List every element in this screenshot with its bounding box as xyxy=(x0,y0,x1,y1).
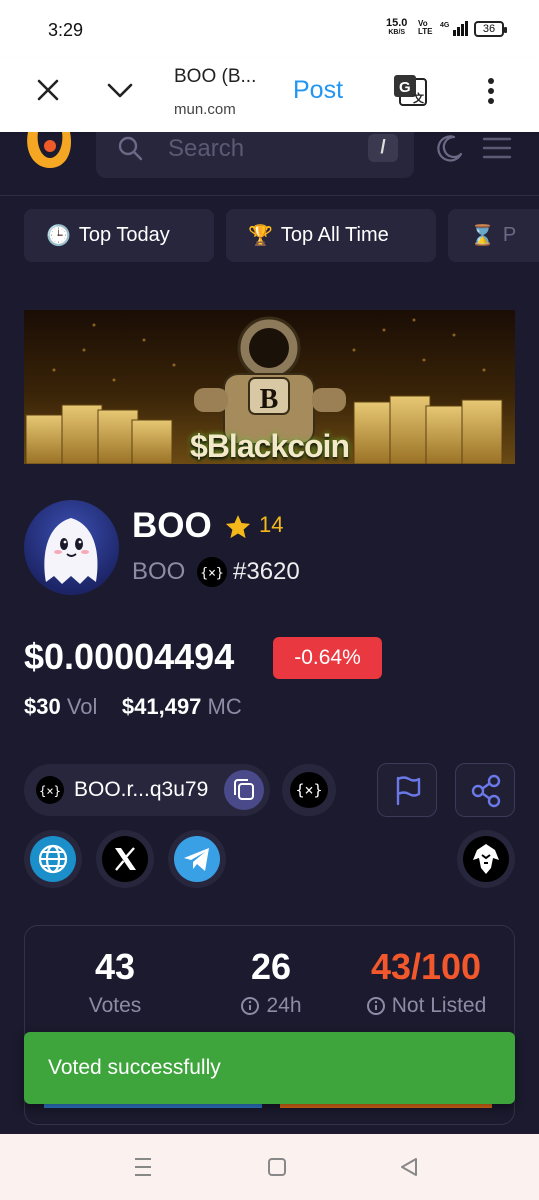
copy-button[interactable] xyxy=(224,770,264,810)
info-icon[interactable] xyxy=(240,996,260,1016)
star-count: 14 xyxy=(259,512,284,537)
recent-apps-icon[interactable] xyxy=(130,1154,156,1180)
site-logo-icon[interactable] xyxy=(22,132,76,172)
eagle-link[interactable] xyxy=(457,830,515,888)
ghost-icon xyxy=(44,518,98,584)
votes-label: Votes xyxy=(88,994,142,1017)
token-name: BOO xyxy=(132,506,212,545)
votes-24h: 26 24h xyxy=(211,946,331,1018)
price-change-badge: -0.64% xyxy=(273,637,382,679)
hourglass-icon: ⌛ xyxy=(470,225,495,247)
ranking-tabs: 🕒 Top Today 🏆 Top All Time ⌛ P xyxy=(24,209,539,262)
close-icon[interactable] xyxy=(34,76,62,104)
moon-icon[interactable] xyxy=(434,134,464,164)
more-options-icon[interactable] xyxy=(480,76,502,106)
eagle-icon xyxy=(463,836,509,882)
share-button[interactable] xyxy=(455,763,515,817)
page-title: BOO (B... xyxy=(174,66,257,87)
votes-24h-count: 26 xyxy=(250,946,292,987)
contract-address: BOO.r...q3u79 xyxy=(74,778,209,801)
tab-top-today[interactable]: 🕒 Top Today xyxy=(24,209,214,262)
share-icon xyxy=(471,774,501,808)
svg-text:G: G xyxy=(399,79,411,96)
contract-address-pill[interactable]: {×} BOO.r...q3u79 xyxy=(24,764,270,816)
token-symbol: BOO xyxy=(132,558,186,585)
boost-button-edge[interactable] xyxy=(280,1104,492,1108)
search-input[interactable]: Search xyxy=(168,135,244,163)
chain-button[interactable]: {×} xyxy=(282,764,336,816)
globe-icon xyxy=(30,836,76,882)
volte-icon: Vo LTE xyxy=(418,19,433,36)
signal-icon: 4G xyxy=(440,21,468,36)
browser-toolbar: BOO (B... mun.com Post G 文 xyxy=(0,58,539,132)
tab-partial[interactable]: ⌛ P xyxy=(448,209,539,262)
svg-text:{×}: {×} xyxy=(39,784,61,798)
x-twitter-link[interactable] xyxy=(96,830,154,888)
home-icon[interactable] xyxy=(264,1154,290,1180)
x-logo-icon xyxy=(102,836,148,882)
system-nav-bar xyxy=(0,1134,539,1200)
website-link[interactable] xyxy=(24,830,82,888)
flag-icon xyxy=(396,776,421,806)
network-speed: 15.0 KB/S xyxy=(386,18,407,38)
tab-label: Top All Time xyxy=(280,224,389,246)
votes-24h-label: 24h xyxy=(266,994,302,1017)
tab-top-all-time[interactable]: 🏆 Top All Time xyxy=(226,209,436,262)
translate-icon[interactable]: G 文 xyxy=(392,73,428,107)
report-button[interactable] xyxy=(377,763,437,817)
token-avatar xyxy=(24,500,119,595)
chain-icon: {×} xyxy=(36,776,64,804)
status-time: 3:29 xyxy=(48,20,84,40)
chevron-down-icon[interactable] xyxy=(106,76,134,104)
vote-button-edge[interactable] xyxy=(44,1104,262,1108)
votes-total: 43 Votes xyxy=(55,946,175,1018)
net-speed-unit: KB/S xyxy=(388,29,406,36)
tab-label: P xyxy=(502,224,517,246)
token-rank: #3620 xyxy=(233,558,300,585)
hamburger-menu-icon[interactable] xyxy=(482,136,512,160)
votes-count: 43 xyxy=(94,946,136,987)
market-cap-label: MC xyxy=(207,694,242,719)
post-button[interactable]: Post xyxy=(293,76,343,105)
svg-text:文: 文 xyxy=(413,91,425,105)
site-header: Search / xyxy=(0,132,539,196)
telegram-link[interactable] xyxy=(168,830,226,888)
star-icon[interactable] xyxy=(224,513,252,541)
chain-icon: {×} xyxy=(290,772,328,808)
page-url[interactable]: mun.com xyxy=(174,101,236,118)
copy-icon xyxy=(234,779,254,800)
telegram-icon xyxy=(174,836,220,882)
banner-text: $Blackcoin xyxy=(190,428,350,464)
token-price: $0.00004494 xyxy=(24,636,235,677)
search-icon xyxy=(118,136,143,161)
search-shortcut-key: / xyxy=(368,134,398,162)
clock-icon: 🕒 xyxy=(46,225,71,247)
network-type: 4G xyxy=(440,22,450,29)
success-toast[interactable]: Voted successfully xyxy=(24,1032,515,1104)
banner-badge-letter: B xyxy=(260,384,279,415)
battery-icon: 36 xyxy=(474,21,507,37)
score-label: Not Listed xyxy=(391,994,487,1017)
promo-banner[interactable]: B $Blackcoin xyxy=(24,310,515,464)
trophy-icon: 🏆 xyxy=(248,225,273,247)
info-icon[interactable] xyxy=(366,996,386,1016)
chain-icon: {×} xyxy=(197,557,227,587)
token-stats: $30 Vol $41,497 MC xyxy=(24,694,242,720)
svg-text:{×}: {×} xyxy=(295,781,322,799)
volume-label: Vol xyxy=(66,694,98,719)
search-bar[interactable]: Search / xyxy=(96,132,414,178)
market-cap-value: $41,497 xyxy=(121,694,202,719)
back-icon[interactable] xyxy=(396,1154,422,1180)
svg-text:{×}: {×} xyxy=(200,566,223,581)
score-value: 43/100 xyxy=(370,946,482,987)
listing-score: 43/100 Not Listed xyxy=(351,946,501,1018)
toast-message: Voted successfully xyxy=(48,1056,221,1079)
status-bar: 3:29 15.0 KB/S Vo LTE 4G 36 xyxy=(0,0,539,58)
volume-value: $30 xyxy=(24,694,61,719)
tab-label: Top Today xyxy=(78,224,170,246)
